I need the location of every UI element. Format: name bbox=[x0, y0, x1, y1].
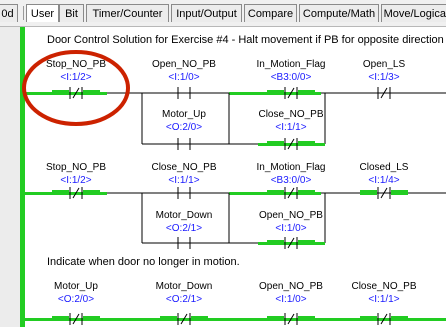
rung-1: Stop_NO_PB <I:1/2> Open_NO_PB <I:1/0> In… bbox=[22, 50, 446, 150]
contact-stop-no-pb[interactable]: Stop_NO_PB <I:1/2> bbox=[46, 162, 106, 199]
contact-address: <I:1/3> bbox=[368, 72, 399, 83]
energized-wire bbox=[52, 316, 69, 321]
energized-wire bbox=[83, 90, 100, 95]
contact-tag-name: Stop_NO_PB bbox=[46, 162, 106, 173]
contact-tag-name: Open_NO_PB bbox=[259, 281, 323, 292]
contact-tag-name: In_Motion_Flag bbox=[257, 59, 326, 70]
contact-address: <I:1/2> bbox=[60, 72, 91, 83]
energized-wire bbox=[52, 90, 69, 95]
rung-comment: Indicate when door no longer in motion. bbox=[47, 256, 240, 268]
contact-address: <I:1/2> bbox=[60, 175, 91, 186]
contact-address: <I:1/1> bbox=[368, 294, 399, 305]
contact-tag-name: Open_LS bbox=[363, 59, 406, 70]
contact-open-no-pb[interactable]: Open_NO_PB <I:1/0> bbox=[259, 210, 323, 249]
contact-tag-name: Close_NO_PB bbox=[258, 109, 323, 120]
contact-tag-name: Closed_LS bbox=[360, 162, 409, 173]
contact-stop-no-pb[interactable]: Stop_NO_PB <I:1/2> bbox=[46, 59, 106, 99]
energized-wire bbox=[391, 190, 408, 195]
energized-wire bbox=[360, 190, 377, 195]
contact-address: <I:1/4> bbox=[368, 175, 399, 186]
contact-closed-ls[interactable]: Closed_LS <I:1/4> bbox=[360, 162, 409, 199]
energized-wire bbox=[360, 316, 377, 321]
energized-wire bbox=[391, 316, 408, 321]
contact-address: <O:2/1> bbox=[166, 223, 202, 234]
contact-tag-name: Open_NO_PB bbox=[259, 210, 323, 221]
contact-tag-name: Motor_Up bbox=[54, 281, 98, 292]
contact-tag-name: Motor_Down bbox=[156, 210, 213, 221]
energized-wire bbox=[298, 316, 315, 321]
energized-wire bbox=[267, 190, 284, 195]
contact-close-no-pb[interactable]: Close_NO_PB <I:1/1> bbox=[258, 109, 324, 150]
contact-tag-name: In_Motion_Flag bbox=[257, 162, 326, 173]
contact-address: <B3:0/0> bbox=[271, 175, 312, 186]
contact-motor-down[interactable]: Motor_Down <O:2/1> bbox=[156, 281, 213, 325]
energized-wire bbox=[298, 141, 315, 146]
energized-wire bbox=[298, 190, 315, 195]
contact-close-no-pb[interactable]: Close_NO_PB <I:1/1> bbox=[351, 281, 417, 325]
contact-tag-name: Close_NO_PB bbox=[351, 281, 416, 292]
energized-wire bbox=[83, 190, 100, 195]
energized-wire bbox=[298, 240, 315, 245]
rung-2: Stop_NO_PB <I:1/2> Close_NO_PB <I:1/1> I… bbox=[25, 162, 446, 249]
energized-wire bbox=[298, 90, 315, 95]
energized-wire bbox=[267, 90, 284, 95]
contact-tag-name: Motor_Down bbox=[156, 281, 213, 292]
energized-wire bbox=[267, 316, 284, 321]
contact-motor-up[interactable]: Motor_Up <O:2/0> bbox=[52, 281, 100, 325]
rung-3: Motor_Up <O:2/0> Motor_Down <O:2/1> Open… bbox=[25, 281, 446, 325]
contact-address: <O:2/0> bbox=[166, 122, 202, 133]
energized-wire bbox=[160, 316, 177, 321]
contact-address: <I:1/1> bbox=[275, 122, 306, 133]
energized-wire bbox=[191, 316, 208, 321]
contact-tag-name: Motor_Up bbox=[162, 109, 206, 120]
contact-address: <I:1/1> bbox=[168, 175, 199, 186]
contact-tag-name: Open_NO_PB bbox=[152, 59, 216, 70]
contact-tag-name: Stop_NO_PB bbox=[46, 59, 106, 70]
energized-wire bbox=[52, 190, 69, 195]
contact-address: <O:2/1> bbox=[166, 294, 202, 305]
contact-address: <B3:0/0> bbox=[271, 72, 312, 83]
energized-wire bbox=[83, 316, 100, 321]
contact-address: <I:1/0> bbox=[275, 223, 306, 234]
contact-address: <I:1/0> bbox=[275, 294, 306, 305]
contact-address: <O:2/0> bbox=[58, 294, 94, 305]
contact-open-no-pb[interactable]: Open_NO_PB <I:1/0> bbox=[259, 281, 323, 325]
energized-wire bbox=[267, 141, 284, 146]
contact-tag-name: Close_NO_PB bbox=[151, 162, 216, 173]
rung-comment: Door Control Solution for Exercise #4 - … bbox=[47, 34, 446, 46]
energized-wire bbox=[267, 240, 284, 245]
contact-address: <I:1/0> bbox=[168, 72, 199, 83]
ladder-logic-view: Door Control Solution for Exercise #4 - … bbox=[22, 34, 446, 325]
